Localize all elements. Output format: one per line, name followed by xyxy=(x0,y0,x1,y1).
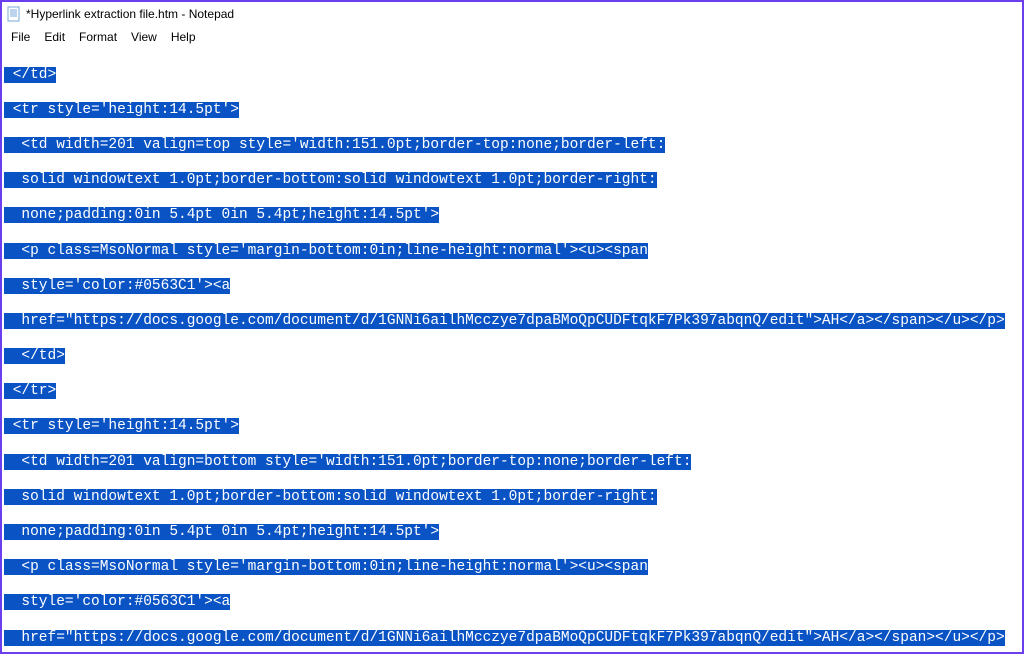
menu-format[interactable]: Format xyxy=(72,28,124,46)
text-line: style='color:#0563C1'><a xyxy=(4,594,230,610)
text-area[interactable]: </td> <tr style='height:14.5pt'> <td wid… xyxy=(2,47,1022,652)
text-line: </td> xyxy=(4,67,56,83)
menu-edit[interactable]: Edit xyxy=(37,28,72,46)
titlebar[interactable]: *Hyperlink extraction file.htm - Notepad xyxy=(2,2,1022,26)
text-line: solid windowtext 1.0pt;border-bottom:sol… xyxy=(4,489,657,505)
menubar: File Edit Format View Help xyxy=(2,26,1022,47)
notepad-icon xyxy=(6,6,22,22)
text-line: </tr> xyxy=(4,383,56,399)
notepad-window: *Hyperlink extraction file.htm - Notepad… xyxy=(0,0,1024,654)
text-line: </td> xyxy=(4,348,65,364)
menu-view[interactable]: View xyxy=(124,28,164,46)
text-line: <p class=MsoNormal style='margin-bottom:… xyxy=(4,559,648,575)
text-line: <td width=201 valign=bottom style='width… xyxy=(4,454,691,470)
text-line: none;padding:0in 5.4pt 0in 5.4pt;height:… xyxy=(4,207,439,223)
text-line: href="https://docs.google.com/document/d… xyxy=(4,630,1005,646)
menu-help[interactable]: Help xyxy=(164,28,203,46)
text-line: <td width=201 valign=top style='width:15… xyxy=(4,137,665,153)
menu-file[interactable]: File xyxy=(4,28,37,46)
text-line: style='color:#0563C1'><a xyxy=(4,278,230,294)
window-title: *Hyperlink extraction file.htm - Notepad xyxy=(26,7,234,21)
text-line: none;padding:0in 5.4pt 0in 5.4pt;height:… xyxy=(4,524,439,540)
text-line: <tr style='height:14.5pt'> xyxy=(4,102,239,118)
text-line: solid windowtext 1.0pt;border-bottom:sol… xyxy=(4,172,657,188)
text-line: <p class=MsoNormal style='margin-bottom:… xyxy=(4,243,648,259)
text-line: <tr style='height:14.5pt'> xyxy=(4,418,239,434)
text-line: href="https://docs.google.com/document/d… xyxy=(4,313,1005,329)
